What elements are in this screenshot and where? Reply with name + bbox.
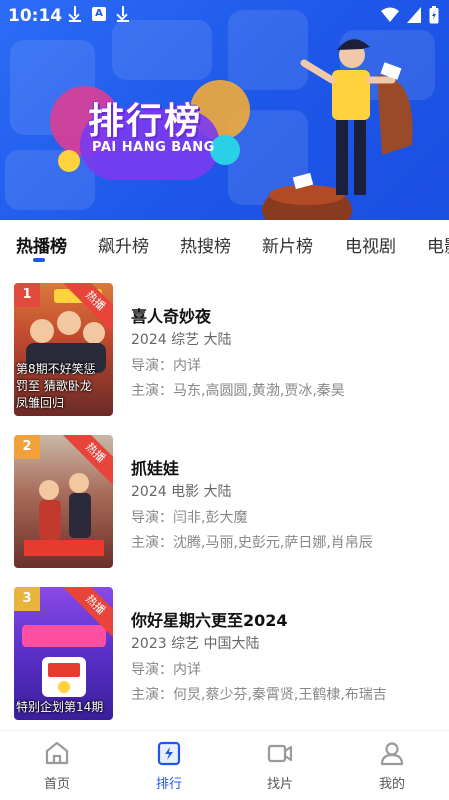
nav-label: 排行	[155, 777, 182, 792]
item-director: 导演：闫非,彭大魔	[131, 510, 248, 526]
notification-a-icon: A	[92, 7, 106, 21]
item-cast: 主演：沈腾,马丽,史彭元,萨日娜,肖帛辰	[131, 535, 373, 551]
download-icon	[116, 5, 130, 23]
poster-caption: 第8期不好笑惩 罚至 猜歌卧龙 凤雏回归	[16, 362, 96, 410]
signal-icon	[407, 7, 421, 23]
nav-profile[interactable]: 我的	[352, 739, 432, 792]
nav-home[interactable]: 首页	[17, 739, 97, 792]
list-item[interactable]: 3 热播 特别企划第14期 你好星期六更至2024 2023 综艺 中国大陆 导…	[0, 587, 449, 727]
rank-badge: 1	[14, 283, 40, 307]
poster-image[interactable]: 1 热播 第8期不好笑惩 罚至 猜歌卧龙 凤雏回归	[14, 283, 113, 416]
rank-badge: 3	[14, 587, 40, 611]
video-camera-icon	[267, 744, 293, 763]
nav-label: 找片	[266, 777, 293, 792]
banner-illustration	[262, 39, 413, 220]
user-icon	[380, 742, 404, 766]
poster-caption: 特别企划第14期	[16, 700, 104, 714]
tab-hot-play[interactable]: 热播榜	[16, 232, 67, 257]
tab-hot-search[interactable]: 热搜榜	[180, 232, 231, 257]
battery-icon	[429, 6, 439, 24]
bottom-navigation: 首页 排行 找片 我的	[0, 730, 449, 800]
rank-badge: 2	[14, 435, 40, 459]
poster-image[interactable]: 2 热播	[14, 435, 113, 568]
item-meta: 2023 综艺 中国大陆	[131, 636, 260, 652]
nav-label: 首页	[43, 777, 70, 792]
poster-image[interactable]: 3 热播 特别企划第14期	[14, 587, 113, 720]
item-meta: 2024 综艺 大陆	[131, 332, 232, 348]
status-time: 10:14	[8, 6, 63, 26]
tab-tv-series[interactable]: 电视剧	[345, 232, 396, 257]
nav-label: 我的	[378, 777, 405, 792]
banner-subtitle: PAI HANG BANG	[92, 140, 215, 155]
item-title[interactable]: 你好星期六更至2024	[131, 607, 288, 631]
item-cast: 主演：何炅,蔡少芬,秦霄贤,王鹤棣,布瑞吉	[131, 687, 387, 703]
ranking-banner: 10:14 A 排行榜 PAI HANG BANG	[0, 0, 449, 220]
item-title[interactable]: 喜人奇妙夜	[131, 303, 211, 327]
item-director: 导演：内详	[131, 662, 201, 678]
tab-new-release[interactable]: 新片榜	[262, 232, 313, 257]
banner-logo: 排行榜 PAI HANG BANG	[50, 80, 250, 190]
nav-ranking[interactable]: 排行	[129, 739, 209, 792]
wifi-icon	[381, 7, 399, 22]
nav-find[interactable]: 找片	[240, 739, 320, 792]
app-screen: 10:14 A 排行榜 PAI HANG BANG 热播榜 飙升榜 热搜榜 新片…	[0, 0, 449, 800]
list-item[interactable]: 2 热播 抓娃娃 2024 电影 大陆 导演：闫非,彭大魔 主演：沈腾,马丽,史…	[0, 435, 449, 575]
home-icon	[45, 741, 69, 765]
item-cast: 主演：马东,高圆圆,黄渤,贾冰,秦昊	[131, 383, 345, 399]
active-tab-indicator	[33, 258, 45, 262]
item-meta: 2024 电影 大陆	[131, 484, 232, 500]
item-director: 导演：内详	[131, 358, 201, 374]
download-icon	[68, 5, 82, 23]
logo-splash	[58, 150, 80, 172]
status-system-icons	[381, 6, 439, 24]
banner-title: 排行榜	[88, 101, 203, 142]
list-item[interactable]: 1 热播 第8期不好笑惩 罚至 猜歌卧龙 凤雏回归 喜人奇妙夜 2024 综艺 …	[0, 283, 449, 423]
tab-rising[interactable]: 飙升榜	[98, 232, 149, 257]
item-title[interactable]: 抓娃娃	[131, 455, 179, 479]
ranking-tabs: 热播榜 飙升榜 热搜榜 新片榜 电视剧 电影	[0, 220, 449, 268]
status-notifications: A	[68, 5, 130, 23]
tab-movie[interactable]: 电影	[427, 232, 449, 257]
ranking-icon	[157, 741, 181, 766]
status-bar: 10:14 A	[0, 0, 449, 32]
